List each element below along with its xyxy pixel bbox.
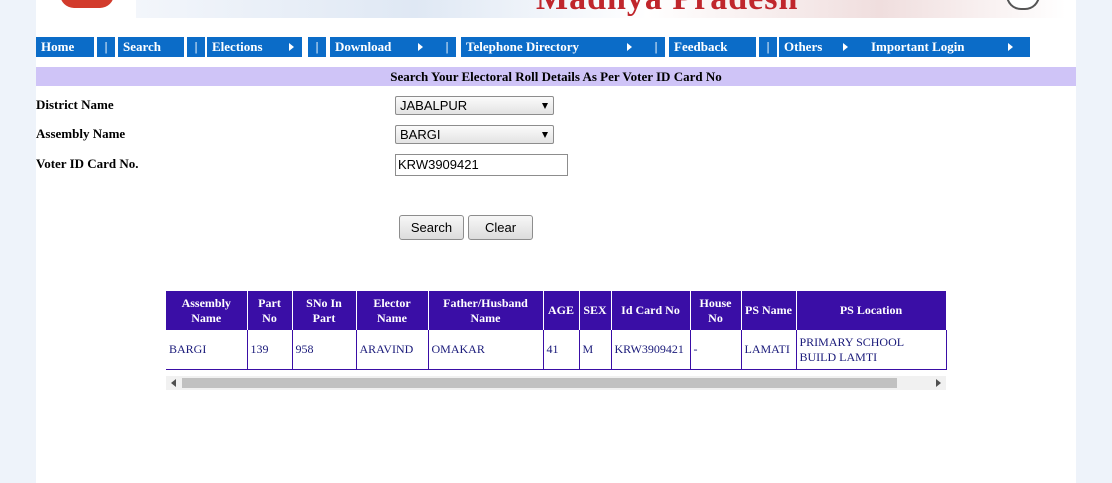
state-emblem-icon [60,0,114,8]
nav-search[interactable]: Search [118,37,184,57]
table-cell: KRW3909421 [611,330,691,370]
nav-search-label: Search [123,39,162,54]
nav-separator: | [759,37,777,57]
table-cell: OMAKAR [428,330,544,370]
table-cell: 139 [247,330,293,370]
page: Madhya Pradesh Home | Search | Elections… [36,0,1076,483]
column-header: PS Location [796,291,947,330]
column-header: AGE [543,291,580,330]
nav-separator: | [308,37,326,57]
column-header: Elector Name [356,291,429,330]
scroll-left-icon[interactable] [171,379,176,387]
table-cell: 958 [292,330,357,370]
nav-home-label: Home [41,39,75,54]
nav-home[interactable]: Home [36,37,94,57]
table-cell: - [690,330,742,370]
nav-feedback[interactable]: Feedback [669,37,756,57]
column-header: Assembly Name [166,291,248,330]
district-label: District Name [36,97,114,112]
nav-feedback-label: Feedback [674,39,728,54]
nav-important-login-label: Important Login [871,39,965,54]
submenu-arrow-icon [627,43,632,51]
banner-title: Madhya Pradesh [536,0,798,18]
results-table: Assembly Name Part No SNo In Part Electo… [166,291,947,370]
scroll-right-icon[interactable] [936,379,941,387]
assembly-select-value: BARGI [400,127,441,142]
assembly-select[interactable]: BARGI [395,125,554,144]
clear-button[interactable]: Clear [468,215,533,240]
nav-separator: | [438,37,456,57]
nav-download-label: Download [335,39,392,54]
nav-elections-label: Elections [212,39,263,54]
table-cell: PRIMARY SCHOOL BUILD LAMTI [796,330,947,370]
scrollbar-thumb[interactable] [182,378,897,388]
chevron-down-icon [542,132,548,138]
table-cell: BARGI [166,330,248,370]
nav-elections[interactable]: Elections [207,37,302,57]
chevron-down-icon [542,103,548,109]
search-button[interactable]: Search [399,215,464,240]
column-header: Part No [247,291,293,330]
nav-telephone-directory[interactable]: Telephone Directory [461,37,650,57]
form-heading: Search Your Electoral Roll Details As Pe… [36,67,1076,86]
district-select-value: JABALPUR [400,98,468,113]
nav-download[interactable]: Download [330,37,441,57]
nav-important-login[interactable]: Important Login [866,37,1030,57]
submenu-arrow-icon [289,43,294,51]
nav-separator: | [97,37,115,57]
column-header: PS Name [741,291,797,330]
table-cell: ARAVIND [356,330,429,370]
assembly-label: Assembly Name [36,126,126,141]
nav-separator: | [187,37,205,57]
column-header: Id Card No [611,291,691,330]
nav-others[interactable]: Others [779,37,870,57]
table-header-row: Assembly Name Part No SNo In Part Electo… [166,291,947,330]
table-row: BARGI 139 958 ARAVIND OMAKAR 41 M KRW390… [166,330,947,370]
district-select[interactable]: JABALPUR [395,96,554,115]
column-header: House No [690,291,742,330]
results-table-container: Assembly Name Part No SNo In Part Electo… [166,291,947,370]
nav-others-label: Others [784,39,823,54]
main-nav: Home | Search | Elections | Download | T… [36,37,1076,57]
submenu-arrow-icon [843,43,848,51]
banner: Madhya Pradesh [36,0,1076,22]
table-cell: LAMATI [741,330,797,370]
column-header: SEX [579,291,612,330]
submenu-arrow-icon [1008,43,1013,51]
column-header: Father/Husband Name [428,291,544,330]
nav-separator: | [647,37,665,57]
voter-id-label: Voter ID Card No. [36,156,139,171]
column-header: SNo In Part [292,291,357,330]
horizontal-scrollbar[interactable] [166,376,946,390]
table-cell: 41 [543,330,580,370]
voter-id-input[interactable]: KRW3909421 [395,154,568,176]
nav-telephone-directory-label: Telephone Directory [466,39,580,54]
table-cell: M [579,330,612,370]
submenu-arrow-icon [418,43,423,51]
